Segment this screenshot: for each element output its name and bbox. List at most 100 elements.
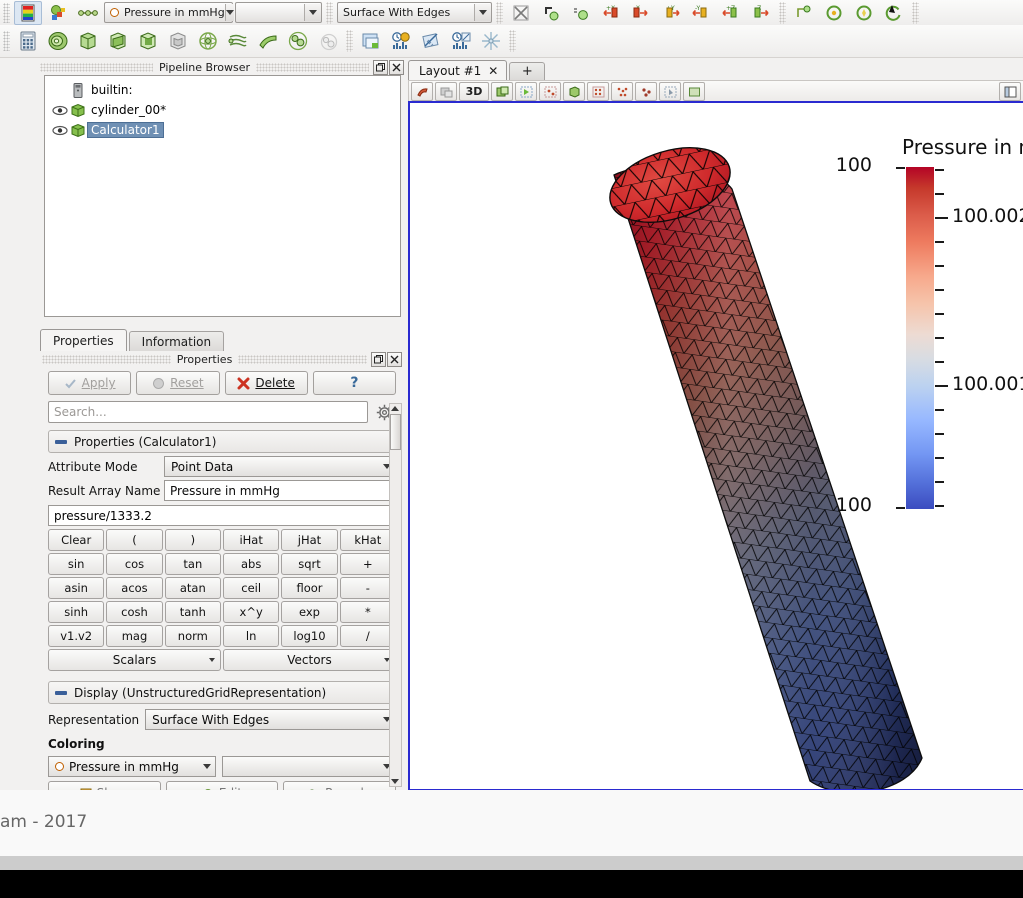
hover-points-icon[interactable] — [659, 82, 681, 101]
calc-button[interactable]: sqrt — [281, 553, 338, 575]
calc-button[interactable]: kHat — [339, 529, 396, 551]
slice-icon[interactable] — [104, 29, 132, 53]
save-screenshot-icon[interactable] — [357, 29, 385, 53]
undock-icon[interactable] — [371, 351, 386, 367]
add-layout-button[interactable]: + — [509, 62, 546, 80]
maximize-view-icon[interactable] — [999, 82, 1021, 101]
toolbar-grip[interactable] — [3, 31, 10, 51]
pipeline-browser[interactable]: builtin: cylinder_00* Calculator1 — [44, 75, 401, 317]
coloring-array-combo[interactable]: Pressure in mmHg — [48, 756, 216, 777]
group-header-properties[interactable]: Properties (Calculator1) — [48, 430, 396, 453]
calc-button[interactable]: v1.v2 — [48, 625, 105, 647]
representation-combo[interactable]: Surface With Edges — [145, 709, 396, 730]
calc-button[interactable]: Clear — [48, 529, 105, 551]
select-points-through-icon[interactable] — [587, 82, 609, 101]
camera-plus-x-icon[interactable]: +X — [597, 1, 625, 25]
color-map-icon[interactable] — [14, 0, 42, 25]
calc-button[interactable]: ln — [222, 625, 280, 647]
zoom-closest-icon[interactable] — [567, 1, 595, 25]
coloring-component-combo[interactable] — [222, 756, 396, 777]
reset-camera-closest-icon[interactable] — [507, 1, 535, 25]
calc-button[interactable]: ( — [106, 529, 163, 551]
clip-icon[interactable] — [74, 29, 102, 53]
calc-button[interactable]: tanh — [164, 601, 221, 623]
tab-layout-1[interactable]: Layout #1 ✕ — [408, 60, 508, 80]
camera-plus-y-icon[interactable]: +Y — [657, 1, 685, 25]
extract-subset-icon[interactable] — [164, 29, 192, 53]
calc-button[interactable]: + — [339, 553, 396, 575]
list-item[interactable]: builtin: — [45, 80, 400, 100]
chevron-down-icon[interactable] — [198, 758, 215, 775]
select-block-icon[interactable] — [611, 82, 633, 101]
threshold-icon[interactable] — [134, 29, 162, 53]
calc-button[interactable]: / — [339, 625, 396, 647]
warp-icon[interactable] — [254, 29, 282, 53]
calc-button[interactable]: sinh — [48, 601, 105, 623]
calc-button[interactable]: acos — [106, 577, 163, 599]
time-inspector-icon[interactable] — [387, 29, 415, 53]
calc-button[interactable]: sin — [48, 553, 105, 575]
calc-button[interactable]: exp — [281, 601, 338, 623]
plot-over-line-icon[interactable] — [417, 29, 445, 53]
rotate-camera-icon[interactable] — [820, 1, 848, 25]
calc-button[interactable]: log10 — [281, 625, 338, 647]
calc-button[interactable]: tan — [164, 553, 221, 575]
select-cells-icon[interactable] — [515, 82, 537, 101]
list-item[interactable]: Calculator1 — [45, 120, 400, 140]
camera-plus-z-icon[interactable]: +Z — [717, 1, 745, 25]
scroll-up-arrow[interactable] — [391, 406, 399, 411]
plot-selection-over-time-icon[interactable] — [447, 29, 475, 53]
rescale-to-data-range-icon[interactable] — [44, 1, 72, 25]
stream-tracer-icon[interactable] — [224, 29, 252, 53]
visibility-icon[interactable] — [51, 125, 69, 136]
apply-button[interactable]: Apply — [48, 371, 132, 395]
component-combo[interactable] — [235, 2, 322, 23]
glyph-icon[interactable] — [194, 29, 222, 53]
chevron-down-icon[interactable] — [474, 4, 491, 21]
delete-button[interactable]: Delete — [224, 371, 308, 395]
calc-button[interactable]: cosh — [106, 601, 163, 623]
calc-button[interactable]: - — [339, 577, 396, 599]
group-header-display[interactable]: Display (UnstructuredGridRepresentation) — [48, 681, 396, 704]
representation-combo[interactable]: Surface With Edges — [337, 2, 492, 23]
group-datasets-icon[interactable] — [284, 29, 312, 53]
reset-camera-icon[interactable] — [850, 1, 878, 25]
reload-camera-icon[interactable] — [880, 1, 908, 25]
calc-button[interactable]: * — [339, 601, 396, 623]
chevron-down-icon[interactable] — [224, 4, 234, 21]
calc-button[interactable]: x^y — [222, 601, 280, 623]
calc-button[interactable]: asin — [48, 577, 105, 599]
calc-button[interactable]: abs — [222, 553, 280, 575]
expression-input[interactable]: pressure/1333.2 — [48, 505, 396, 526]
tab-properties[interactable]: Properties — [40, 329, 127, 351]
interaction-mode-icon[interactable] — [411, 82, 433, 101]
search-input[interactable]: Search... — [48, 401, 368, 423]
properties-scrollbar[interactable] — [389, 403, 402, 787]
contour-icon[interactable] — [44, 29, 72, 53]
extract-level-icon[interactable] — [314, 29, 342, 53]
calc-button[interactable]: jHat — [281, 529, 338, 551]
tab-information[interactable]: Information — [128, 331, 225, 351]
vectors-menu-button[interactable]: Vectors — [223, 649, 396, 671]
undock-icon[interactable] — [373, 59, 388, 75]
close-icon[interactable] — [389, 59, 404, 75]
active-array-combo[interactable]: Pressure in mmHg — [104, 2, 234, 23]
calc-button[interactable]: cos — [106, 553, 163, 575]
calc-button[interactable]: floor — [281, 577, 338, 599]
view-mode-button[interactable]: 3D — [459, 82, 489, 101]
scalars-menu-button[interactable]: Scalars — [48, 649, 221, 671]
show-center-axes-icon[interactable] — [683, 82, 705, 101]
edit-color-legend-icon[interactable] — [74, 1, 102, 25]
calc-button[interactable]: norm — [164, 625, 221, 647]
calc-button[interactable]: ) — [164, 529, 221, 551]
calc-button[interactable]: mag — [106, 625, 163, 647]
close-icon[interactable]: ✕ — [488, 64, 498, 78]
pick-center-icon[interactable] — [790, 1, 818, 25]
select-cells-through-icon[interactable] — [563, 82, 585, 101]
axes-grid-icon[interactable] — [477, 29, 505, 53]
attribute-mode-combo[interactable]: Point Data — [164, 456, 396, 477]
interactive-select-icon[interactable] — [635, 82, 657, 101]
help-button[interactable]: ? — [312, 371, 396, 395]
camera-minus-y-icon[interactable]: -Y — [687, 1, 715, 25]
result-array-input[interactable]: Pressure in mmHg — [164, 480, 396, 501]
